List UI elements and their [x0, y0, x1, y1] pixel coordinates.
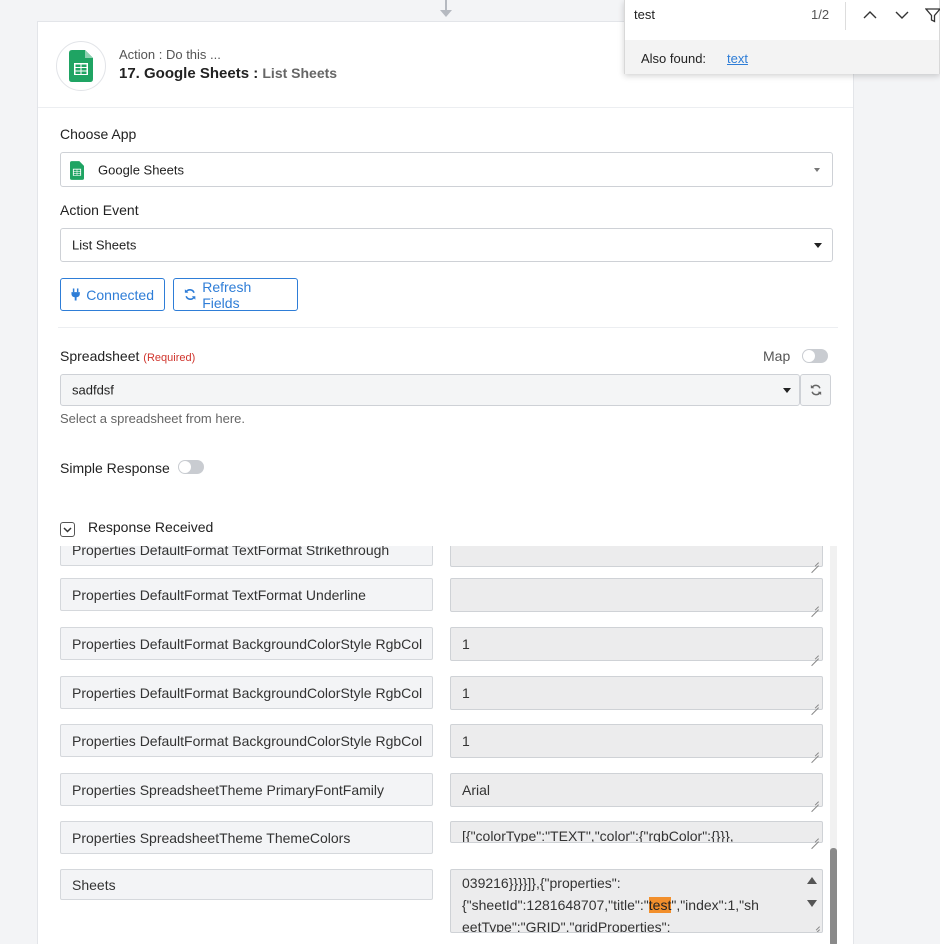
spreadsheet-label: Spreadsheet (Required) — [60, 348, 195, 364]
response-value[interactable]: 1 — [450, 676, 823, 710]
spreadsheet-select[interactable]: sadfdsf — [60, 374, 800, 406]
section-divider — [58, 327, 838, 328]
resize-handle-icon[interactable] — [811, 748, 819, 756]
connected-button[interactable]: Connected — [60, 278, 165, 311]
scroll-up-icon[interactable] — [807, 877, 817, 884]
refresh-icon — [810, 384, 822, 396]
resize-handle-icon[interactable] — [812, 922, 820, 930]
sheets-line-text: ","index":1,"sh — [671, 897, 759, 913]
spreadsheet-refresh-button[interactable] — [800, 374, 831, 406]
response-fields-list[interactable]: Properties DefaultFormat TextFormat Stri… — [38, 546, 838, 944]
chevron-down-icon — [783, 388, 791, 393]
chevron-up-icon — [863, 11, 877, 19]
resize-handle-icon[interactable] — [811, 700, 819, 708]
google-sheets-logo — [56, 41, 106, 91]
find-separator — [845, 2, 846, 30]
refresh-fields-button[interactable]: Refresh Fields — [173, 278, 298, 311]
find-filter-button[interactable] — [923, 5, 940, 25]
step-title: 17. Google Sheets : List Sheets — [119, 65, 337, 82]
sheets-line: eetType":"GRID","gridProperties": — [462, 919, 671, 933]
response-value[interactable]: 1 — [450, 627, 823, 661]
choose-app-label: Choose App — [60, 126, 137, 142]
find-in-page-bar: test 1/2 Also found: text — [624, 0, 940, 74]
google-sheets-icon — [70, 161, 84, 185]
resize-handle-icon[interactable] — [811, 558, 819, 566]
chevron-down-icon — [63, 526, 72, 533]
scroll-down-icon[interactable] — [807, 900, 817, 907]
response-key: Properties DefaultFormat TextFormat Unde… — [60, 578, 433, 611]
sheets-line-text: {"sheetId":1281648707,"title":" — [462, 897, 649, 913]
action-event-label: Action Event — [60, 202, 139, 218]
spreadsheet-hint: Select a spreadsheet from here. — [60, 411, 245, 426]
required-badge: (Required) — [143, 352, 196, 364]
resize-handle-icon[interactable] — [811, 602, 819, 610]
response-scrollbar[interactable] — [830, 546, 837, 944]
sheets-line: 039216}}}}]},{"properties": — [462, 875, 621, 891]
filter-icon — [925, 7, 940, 23]
response-key: Properties DefaultFormat BackgroundColor… — [60, 627, 433, 660]
resize-handle-icon[interactable] — [811, 651, 819, 659]
response-value[interactable]: Arial — [450, 773, 823, 807]
refresh-fields-button-label: Refresh Fields — [202, 278, 252, 311]
chevron-down-icon — [895, 11, 909, 19]
plug-icon — [71, 288, 80, 301]
simple-response-label: Simple Response — [60, 460, 170, 476]
find-next-button[interactable] — [892, 5, 912, 25]
map-toggle[interactable] — [802, 349, 828, 363]
response-value[interactable]: [{"colorType":"TEXT","color":{"rgbColor"… — [450, 821, 823, 843]
step-title-event: List Sheets — [262, 65, 338, 81]
choose-app-value: Google Sheets — [98, 162, 185, 177]
response-key: Properties DefaultFormat BackgroundColor… — [60, 724, 433, 757]
action-step-card: Action : Do this ... 17. Google Sheets :… — [37, 21, 854, 944]
map-toggle-knob — [803, 350, 815, 362]
response-key: Properties SpreadsheetTheme PrimaryFontF… — [60, 773, 433, 806]
response-value[interactable] — [450, 546, 823, 567]
response-value[interactable] — [450, 578, 823, 612]
find-also-found-row: Also found: text — [625, 40, 939, 74]
spreadsheet-label-text: Spreadsheet — [60, 348, 140, 364]
sheets-line: {"sheetId":1281648707,"title":"test","in… — [462, 894, 790, 916]
find-previous-button[interactable] — [860, 5, 880, 25]
also-found-link[interactable]: text — [727, 51, 748, 66]
response-key: Sheets — [60, 869, 433, 900]
also-found-label: Also found: — [641, 51, 707, 66]
find-input[interactable]: test — [634, 7, 655, 22]
connected-button-label: Connected — [86, 286, 154, 303]
action-event-select[interactable]: List Sheets — [60, 228, 833, 262]
resize-handle-icon[interactable] — [811, 797, 819, 805]
sheets-value-textarea[interactable]: 039216}}}}]},{"properties": {"sheetId":1… — [450, 869, 823, 933]
choose-app-select[interactable]: Google Sheets — [60, 152, 833, 187]
response-key: Properties DefaultFormat TextFormat Stri… — [60, 546, 433, 566]
simple-response-toggle[interactable] — [178, 460, 204, 474]
response-received-title: Response Received — [88, 519, 214, 535]
action-event-value: List Sheets — [72, 237, 137, 253]
map-label: Map — [763, 348, 791, 364]
response-key: Properties SpreadsheetTheme ThemeColors — [60, 821, 433, 854]
search-highlight: test — [648, 897, 672, 913]
simple-response-toggle-knob — [179, 461, 191, 473]
spreadsheet-value: sadfdsf — [72, 382, 114, 398]
response-scrollbar-thumb[interactable] — [830, 848, 837, 944]
response-key: Properties DefaultFormat BackgroundColor… — [60, 676, 433, 709]
step-title-app: 17. Google Sheets : — [119, 65, 263, 82]
response-collapse-toggle[interactable] — [60, 522, 75, 537]
response-value[interactable]: 1 — [450, 724, 823, 758]
find-match-count: 1/2 — [811, 7, 830, 22]
resize-handle-icon[interactable] — [811, 834, 819, 842]
chevron-down-icon — [814, 243, 822, 248]
step-kicker: Action : Do this ... — [119, 47, 221, 62]
chevron-down-icon — [814, 167, 820, 172]
flow-connector-arrow — [440, 10, 452, 17]
refresh-icon — [184, 289, 196, 300]
